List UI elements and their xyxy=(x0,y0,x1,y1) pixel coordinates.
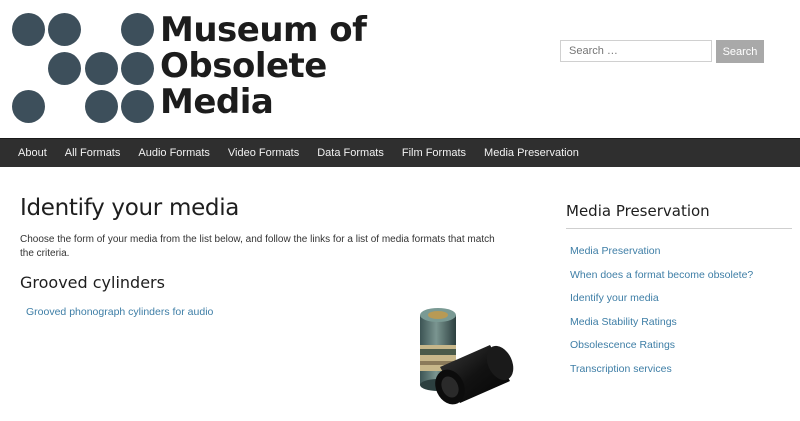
logo-dot xyxy=(48,52,81,85)
logo-dot xyxy=(121,90,154,123)
page-title: Identify your media xyxy=(20,195,240,221)
sidebar: Media Preservation Media Preservation Wh… xyxy=(566,202,792,382)
nav-item-media-preservation[interactable]: Media Preservation xyxy=(475,147,588,159)
site-title-line: Obsolete xyxy=(160,46,327,86)
sidebar-item-obsolescence-ratings[interactable]: Obsolescence Ratings xyxy=(570,339,675,351)
main-nav: About All Formats Audio Formats Video Fo… xyxy=(0,138,800,167)
list-item: Transcription services xyxy=(570,359,792,377)
sidebar-title: Media Preservation xyxy=(566,202,792,229)
logo-dot xyxy=(85,52,118,85)
sidebar-item-media-preservation[interactable]: Media Preservation xyxy=(570,245,660,257)
sidebar-item-stability-ratings[interactable]: Media Stability Ratings xyxy=(570,316,677,328)
nav-item-audio-formats[interactable]: Audio Formats xyxy=(129,147,219,159)
list-item: Media Preservation xyxy=(570,241,792,259)
logo-dots-icon[interactable] xyxy=(0,0,160,138)
intro-text: Choose the form of your media from the l… xyxy=(20,234,495,259)
sidebar-list: Media Preservation When does a format be… xyxy=(566,241,792,377)
list-item: Identify your media xyxy=(570,288,792,306)
logo-dot xyxy=(12,90,45,123)
logo-dot xyxy=(12,13,45,46)
grooved-cylinders-link[interactable]: Grooved phonograph cylinders for audio xyxy=(26,306,213,318)
site-header: Museum of Obsolete Media Search xyxy=(0,0,800,138)
logo-dot xyxy=(121,13,154,46)
phonograph-cylinder-image[interactable] xyxy=(410,305,515,417)
list-item: Media Stability Ratings xyxy=(570,312,792,330)
logo-dot xyxy=(85,90,118,123)
nav-item-about[interactable]: About xyxy=(0,147,56,159)
sidebar-item-transcription-services[interactable]: Transcription services xyxy=(570,363,672,375)
site-title-line: Media xyxy=(160,82,274,122)
site-title-line: Museum of xyxy=(160,10,367,50)
logo-dot xyxy=(121,52,154,85)
main-content: Identify your media Choose the form of y… xyxy=(20,190,520,320)
section-heading: Grooved cylinders xyxy=(20,273,165,292)
search-input[interactable] xyxy=(560,40,712,62)
nav-item-all-formats[interactable]: All Formats xyxy=(56,147,130,159)
search-button[interactable]: Search xyxy=(716,40,764,63)
nav-item-data-formats[interactable]: Data Formats xyxy=(308,147,393,159)
nav-item-video-formats[interactable]: Video Formats xyxy=(219,147,308,159)
list-item: When does a format become obsolete? xyxy=(570,265,792,283)
sidebar-item-format-obsolete[interactable]: When does a format become obsolete? xyxy=(570,269,753,281)
sidebar-item-identify-media[interactable]: Identify your media xyxy=(570,292,659,304)
nav-item-film-formats[interactable]: Film Formats xyxy=(393,147,475,159)
list-item: Obsolescence Ratings xyxy=(570,335,792,353)
site-title[interactable]: Museum of Obsolete Media xyxy=(160,10,367,122)
logo-dot xyxy=(48,13,81,46)
